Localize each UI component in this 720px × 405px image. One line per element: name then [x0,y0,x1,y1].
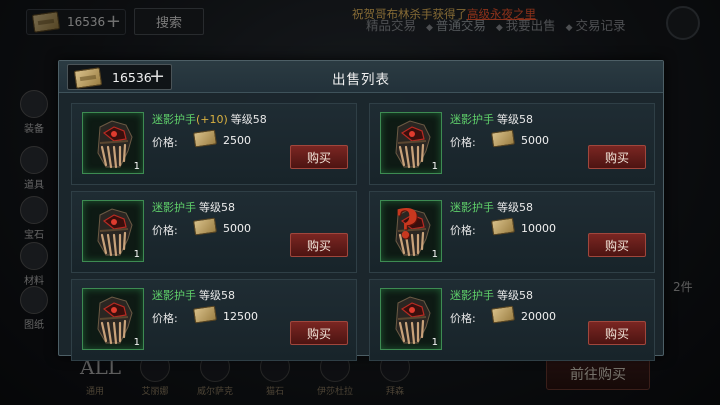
ticket-icon [491,129,515,148]
item-name: 迷影护手 [152,289,196,302]
item-quantity: 1 [133,249,140,260]
item-name-line: 迷影护手 等级58 [450,287,533,303]
item-icon-slot[interactable]: 1 [82,288,144,350]
gauntlet-icon [97,208,133,257]
item-price: 12500 [223,310,258,323]
item-level: 等级58 [199,201,235,214]
listing-card[interactable]: ? 1 迷影护手 等级58 价格: 10000 购买 [369,191,655,273]
item-level: 等级58 [497,113,533,126]
price-label: 价格: [152,224,178,237]
item-name: 迷影护手 [152,201,196,214]
item-quantity: 1 [431,161,438,172]
gauntlet-icon [97,120,133,169]
listing-card[interactable]: 1 迷影护手 等级58 价格: 20000 购买 [369,279,655,361]
item-price: 5000 [223,222,251,235]
modal-title: 出售列表 [332,72,390,88]
item-quantity: 1 [431,337,438,348]
item-level: 等级58 [230,113,267,126]
price-label: 价格: [152,312,178,325]
ticket-icon [193,129,217,148]
item-icon-slot[interactable]: ? 1 [380,200,442,262]
gauntlet-icon [395,120,431,169]
item-icon-slot[interactable]: 1 [82,112,144,174]
item-name-line: 迷影护手 等级58 [450,199,533,215]
ticket-icon [193,217,217,236]
buy-button[interactable]: 购买 [290,321,348,345]
buy-button[interactable]: 购买 [588,233,646,257]
buy-button[interactable]: 购买 [588,321,646,345]
listing-card[interactable]: 1 迷影护手 等级58 价格: 5000 购买 [369,103,655,185]
item-icon-slot[interactable]: 1 [82,200,144,262]
item-quantity: 1 [133,161,140,172]
item-level: 等级58 [199,289,235,302]
question-mark-icon: ? [395,201,419,248]
item-name-line: 迷影护手 等级58 [450,111,533,127]
ticket-icon [491,305,515,324]
ticket-icon [193,305,217,324]
item-price: 20000 [521,310,556,323]
item-enhance-level: (+10) [196,113,228,126]
price-label: 价格: [450,224,476,237]
item-name: 迷影护手 [450,289,494,302]
price-label: 价格: [450,312,476,325]
item-price: 5000 [521,134,549,147]
ticket-icon [491,217,515,236]
item-name: 迷影护手 [450,113,494,126]
listing-card[interactable]: 1 迷影护手(+10) 等级58 价格: 2500 购买 [71,103,357,185]
item-price: 2500 [223,134,251,147]
item-name-line: 迷影护手 等级58 [152,199,235,215]
item-price: 10000 [521,222,556,235]
item-quantity: 1 [431,249,438,260]
item-icon-slot[interactable]: 1 [380,112,442,174]
listing-card[interactable]: 1 迷影护手 等级58 价格: 12500 购买 [71,279,357,361]
listing-card[interactable]: 1 迷影护手 等级58 价格: 5000 购买 [71,191,357,273]
price-label: 价格: [450,136,476,149]
buy-button[interactable]: 购买 [588,145,646,169]
item-name: 迷影护手 [450,201,494,214]
item-icon-slot[interactable]: 1 [380,288,442,350]
item-level: 等级58 [497,201,533,214]
gauntlet-icon [97,296,133,345]
buy-button[interactable]: 购买 [290,233,348,257]
price-label: 价格: [152,136,178,149]
gauntlet-icon [395,296,431,345]
sell-list-modal: 16536 + 出售列表 1 迷影护手(+10) 等级58 价格: 2500 购买 [58,60,664,361]
item-name: 迷影护手 [152,113,196,126]
modal-header: 16536 + 出售列表 [59,61,663,93]
item-quantity: 1 [133,337,140,348]
item-name-line: 迷影护手 等级58 [152,287,235,303]
item-name-line: 迷影护手(+10) 等级58 [152,111,267,127]
item-level: 等级58 [497,289,533,302]
buy-button[interactable]: 购买 [290,145,348,169]
